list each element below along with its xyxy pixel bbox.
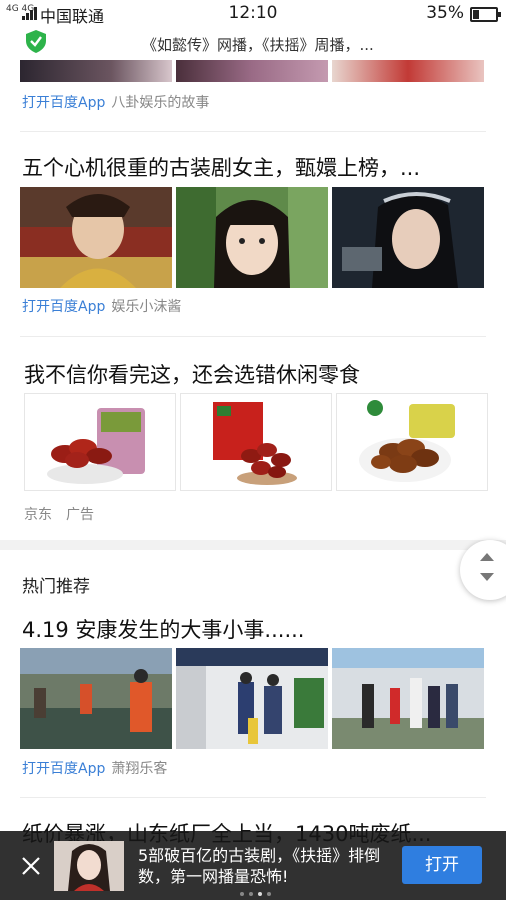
article-image <box>20 648 172 749</box>
article-thumbnails[interactable] <box>20 187 484 288</box>
section-title: 热门推荐 <box>22 577 90 597</box>
shield-check-icon <box>26 30 46 53</box>
article-title[interactable]: 五个心机很重的古装剧女主，甄嬛上榜，... <box>22 152 420 182</box>
carousel-indicator <box>240 892 271 896</box>
article-source-row: 打开百度App 萧翔乐客 <box>22 758 167 778</box>
status-bar: 4G 4G 中国联通 12:10 35% <box>0 0 506 26</box>
divider <box>20 797 486 798</box>
page-title: 《如懿传》网播，《扶摇》周播，... <box>142 36 374 54</box>
article-image <box>176 60 328 82</box>
article-source: 八卦娱乐的故事 <box>111 95 210 111</box>
article-image <box>332 60 484 82</box>
open-baidu-app-link[interactable]: 打开百度App <box>22 95 105 111</box>
article-image <box>20 60 172 82</box>
ad-product-image <box>180 393 332 491</box>
article-image <box>332 648 484 749</box>
article-image-strip[interactable] <box>20 60 484 82</box>
arrow-up-icon[interactable] <box>480 553 494 561</box>
divider <box>20 336 486 337</box>
open-app-button[interactable]: 打开 <box>402 846 482 884</box>
article-source: 萧翔乐客 <box>111 761 168 777</box>
article-image <box>176 648 328 749</box>
ad-source: 京东 <box>24 507 52 523</box>
battery-icon <box>470 7 501 22</box>
article-title[interactable]: 4.19 安康发生的大事小事...... <box>22 614 304 644</box>
arrow-down-icon[interactable] <box>480 573 494 581</box>
close-icon[interactable] <box>20 855 42 877</box>
ad-title[interactable]: 我不信你看完这，还会选错休闲零食 <box>24 359 360 389</box>
open-baidu-app-link[interactable]: 打开百度App <box>22 299 105 315</box>
ad-source-row: 京东 广告 <box>24 504 94 524</box>
article-image <box>20 187 172 288</box>
promo-image <box>54 841 124 891</box>
scroll-control[interactable] <box>460 540 506 600</box>
page-header: 《如懿传》网播，《扶摇》周播，... <box>0 26 506 60</box>
promo-text: 5部破百亿的古装剧，《扶摇》排倒数，第一网播量恐怖! <box>138 846 381 886</box>
open-baidu-app-link[interactable]: 打开百度App <box>22 761 105 777</box>
ad-thumbnails[interactable] <box>24 393 488 491</box>
article-thumbnails[interactable] <box>20 648 484 749</box>
article-source: 娱乐小沫酱 <box>111 299 182 315</box>
app-promo-banner[interactable]: 5部破百亿的古装剧，《扶摇》排倒数，第一网播量恐怖! 打开 <box>0 831 506 900</box>
article-image <box>176 187 328 288</box>
ad-product-image <box>336 393 488 491</box>
article-image <box>332 187 484 288</box>
article-source-row: 打开百度App 八卦娱乐的故事 <box>22 92 209 112</box>
ad-badge: 广告 <box>66 507 94 523</box>
divider <box>20 131 486 132</box>
article-source-row: 打开百度App 娱乐小沫酱 <box>22 296 181 316</box>
ad-product-image <box>24 393 176 491</box>
battery-percent: 35% <box>426 3 464 23</box>
section-separator <box>0 540 506 550</box>
